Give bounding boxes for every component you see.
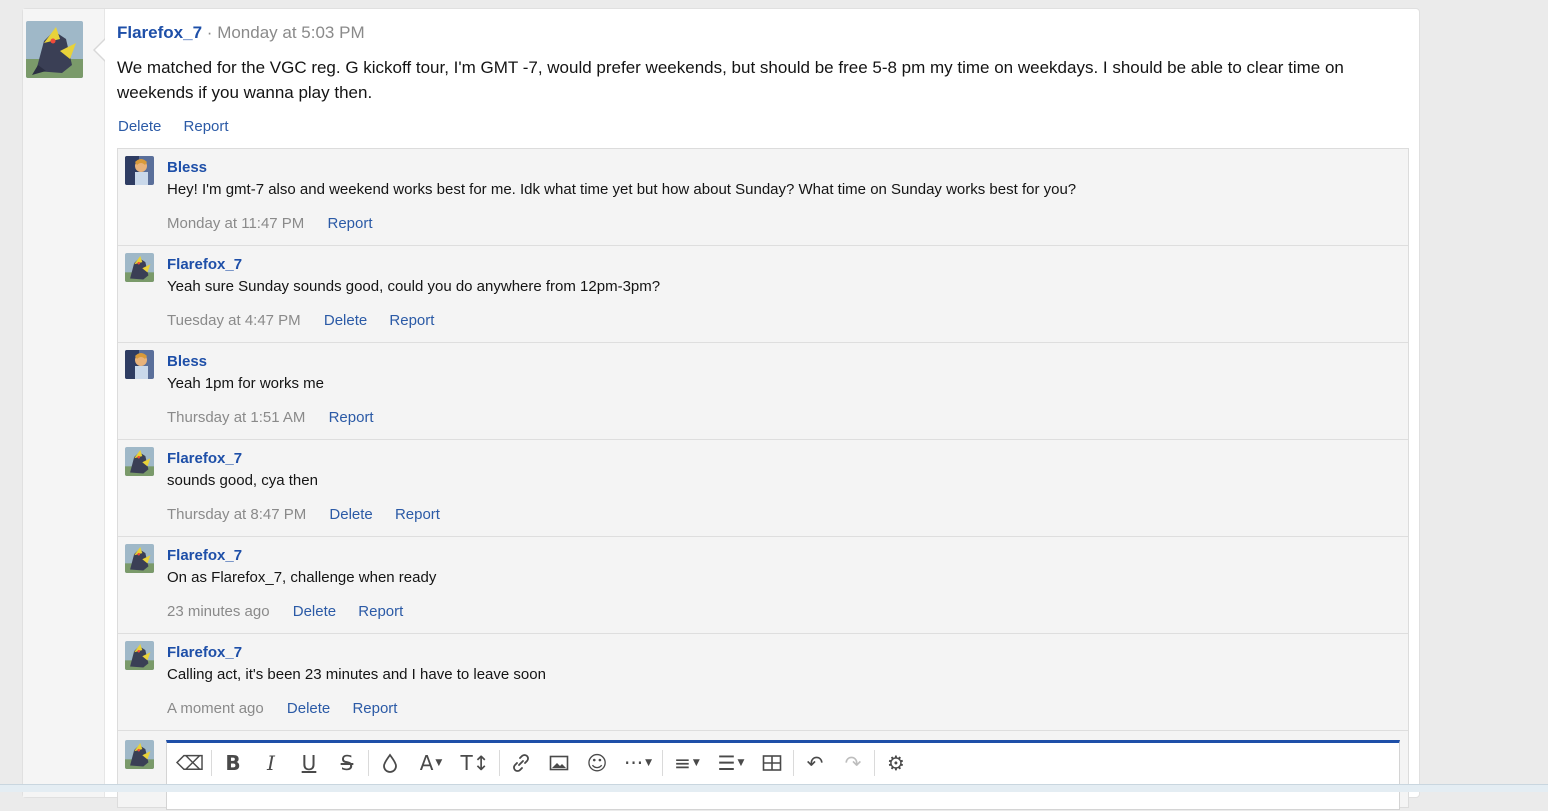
comment-username-link[interactable]: Flarefox_7 [167, 547, 242, 564]
flarefox-avatar[interactable] [125, 544, 154, 573]
comment-meta: Monday at 11:47 PM Report [167, 215, 391, 232]
comment-item: Flarefox_7 On as Flarefox_7, challenge w… [118, 537, 1408, 634]
smilie-icon[interactable]: ☺ [578, 746, 616, 780]
profile-post: Flarefox_7 · Monday at 5:03 PM We matche… [22, 8, 1420, 810]
post-header: Flarefox_7 · Monday at 5:03 PM [117, 23, 365, 43]
font-family-dropdown[interactable]: A ▼ [409, 746, 453, 780]
comment-text: Calling act, it's been 23 minutes and I … [167, 666, 546, 683]
undo-icon[interactable]: ↶ [796, 746, 834, 780]
comment-list: Bless Hey! I'm gmt-7 also and weekend wo… [117, 148, 1409, 811]
comment-timestamp[interactable]: 23 minutes ago [167, 603, 270, 620]
comment-delete-link[interactable]: Delete [287, 700, 330, 717]
comment-timestamp[interactable]: A moment ago [167, 700, 264, 717]
toolbar-divider [662, 750, 663, 776]
comment-username-link[interactable]: Bless [167, 353, 207, 370]
comment-meta: Thursday at 8:47 PM Delete Report [167, 506, 458, 523]
comment-username-link[interactable]: Flarefox_7 [167, 256, 242, 273]
post-delete-link[interactable]: Delete [118, 118, 161, 135]
comment-report-link[interactable]: Report [395, 506, 440, 523]
reply-editor-row: ⌫ B I U S A ▼ T↕ ☺ ··· ▼ ≡ ▼ ☰ ▼ ↶ ↷ ⚙ [118, 731, 1408, 811]
editor-toolbar: ⌫ B I U S A ▼ T↕ ☺ ··· ▼ ≡ ▼ ☰ ▼ ↶ ↷ ⚙ [167, 743, 915, 783]
chevron-down-icon: ▼ [692, 758, 700, 768]
toolbar-divider [368, 750, 369, 776]
comment-item: Flarefox_7 Calling act, it's been 23 min… [118, 634, 1408, 731]
italic-icon[interactable]: I [252, 746, 290, 780]
comment-report-link[interactable]: Report [329, 409, 374, 426]
font-icon: A [419, 751, 434, 775]
comment-item: Bless Yeah 1pm for works me Thursday at … [118, 343, 1408, 440]
comment-timestamp[interactable]: Monday at 11:47 PM [167, 215, 304, 232]
comment-item: Flarefox_7 sounds good, cya then Thursda… [118, 440, 1408, 537]
comment-meta: Tuesday at 4:47 PM Delete Report [167, 312, 452, 329]
comment-text: Yeah 1pm for works me [167, 375, 325, 392]
bold-icon[interactable]: B [214, 746, 252, 780]
redo-icon[interactable]: ↷ [834, 746, 872, 780]
comment-text: Yeah sure Sunday sounds good, could you … [167, 278, 661, 295]
flarefox-avatar[interactable] [125, 447, 154, 476]
toolbar-divider [793, 750, 794, 776]
underline-icon[interactable]: U [290, 746, 328, 780]
toolbar-divider [211, 750, 212, 776]
comment-timestamp[interactable]: Thursday at 1:51 AM [167, 409, 305, 426]
comment-username-link[interactable]: Flarefox_7 [167, 450, 242, 467]
settings-gear-icon[interactable]: ⚙ [877, 746, 915, 780]
post-username-link[interactable]: Flarefox_7 [117, 23, 202, 42]
page: Flarefox_7 · Monday at 5:03 PM We matche… [0, 0, 1548, 810]
font-size-dropdown[interactable]: T↕ [453, 746, 497, 780]
comment-username-link[interactable]: Bless [167, 159, 207, 176]
comment-delete-link[interactable]: Delete [329, 506, 372, 523]
comment-text: On as Flarefox_7, challenge when ready [167, 569, 437, 586]
comment-item: Flarefox_7 Yeah sure Sunday sounds good,… [118, 246, 1408, 343]
comment-username-link[interactable]: Flarefox_7 [167, 644, 242, 661]
clear-formatting-icon[interactable]: ⌫ [171, 746, 209, 780]
text-color-icon[interactable] [371, 746, 409, 780]
more-icon: ··· [624, 751, 644, 775]
flarefox-avatar[interactable] [125, 253, 154, 282]
align-left-icon: ≡ [674, 751, 691, 775]
reply-editor[interactable]: ⌫ B I U S A ▼ T↕ ☺ ··· ▼ ≡ ▼ ☰ ▼ ↶ ↷ ⚙ [166, 740, 1400, 810]
comment-report-link[interactable]: Report [352, 700, 397, 717]
bless-avatar[interactable] [125, 350, 154, 379]
comment-delete-link[interactable]: Delete [293, 603, 336, 620]
comment-meta: 23 minutes ago Delete Report [167, 603, 421, 620]
more-options-dropdown[interactable]: ··· ▼ [616, 746, 660, 780]
table-icon[interactable] [753, 746, 791, 780]
comment-meta: A moment ago Delete Report [167, 700, 415, 717]
post-pointer-arrow [93, 38, 106, 62]
align-dropdown[interactable]: ≡ ▼ [665, 746, 709, 780]
chevron-down-icon: ▼ [737, 758, 745, 768]
comment-text: sounds good, cya then [167, 472, 318, 489]
comment-delete-link[interactable]: Delete [324, 312, 367, 329]
flarefox-avatar[interactable] [125, 740, 154, 769]
list-dropdown[interactable]: ☰ ▼ [709, 746, 753, 780]
chevron-down-icon: ▼ [645, 758, 652, 768]
chevron-down-icon: ▼ [435, 758, 443, 768]
post-body: We matched for the VGC reg. G kickoff to… [117, 58, 1344, 102]
bless-avatar[interactable] [125, 156, 154, 185]
comment-report-link[interactable]: Report [327, 215, 372, 232]
image-icon[interactable] [540, 746, 578, 780]
comment-timestamp[interactable]: Thursday at 8:47 PM [167, 506, 306, 523]
comment-meta: Thursday at 1:51 AM Report [167, 409, 392, 426]
comment-item: Bless Hey! I'm gmt-7 also and weekend wo… [118, 149, 1408, 246]
comment-report-link[interactable]: Report [389, 312, 434, 329]
flarefox-avatar[interactable] [26, 21, 83, 78]
strikethrough-icon[interactable]: S [328, 746, 366, 780]
flarefox-avatar[interactable] [125, 641, 154, 670]
comment-timestamp[interactable]: Tuesday at 4:47 PM [167, 312, 301, 329]
comment-report-link[interactable]: Report [358, 603, 403, 620]
link-icon[interactable] [502, 746, 540, 780]
font-size-icon: T↕ [460, 751, 490, 775]
toolbar-divider [499, 750, 500, 776]
post-report-link[interactable]: Report [184, 118, 229, 135]
meta-separator: · [206, 23, 213, 42]
post-timestamp[interactable]: Monday at 5:03 PM [217, 23, 364, 42]
post-actions: Delete Report [118, 118, 247, 135]
toolbar-divider [874, 750, 875, 776]
list-icon: ☰ [717, 751, 736, 775]
post-avatar-column [23, 9, 105, 797]
comment-text: Hey! I'm gmt-7 also and weekend works be… [167, 181, 1077, 198]
